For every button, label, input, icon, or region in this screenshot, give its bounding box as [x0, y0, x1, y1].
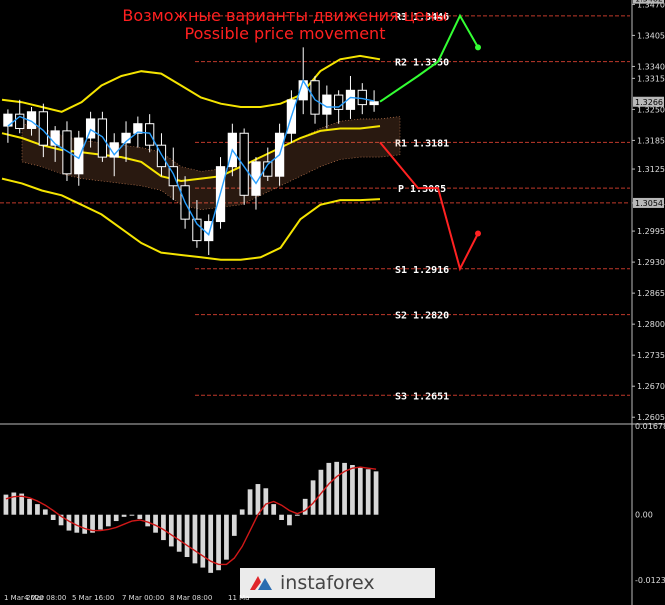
pivot-level-label: S2 1.2820 [395, 311, 449, 322]
macd-histogram-bar [255, 484, 261, 515]
candle-body [357, 89, 367, 106]
macd-histogram-bar [98, 514, 103, 530]
macd-panel: 0.01678 0.00 -0.01235 [3, 422, 665, 585]
macd-histogram-bar [184, 514, 190, 558]
x-tick-label: 8 Mar 08:00 [170, 594, 212, 602]
macd-histogram-bar [365, 469, 371, 515]
macd-histogram-bar [145, 514, 151, 527]
candle-body [310, 80, 320, 115]
instaforex-logo: instaforex [240, 568, 435, 598]
pivot-level-label: R2 1.3350 [395, 58, 449, 69]
macd-histogram-bar [176, 514, 182, 552]
macd-histogram-bar [35, 504, 40, 515]
macd-histogram-bar [50, 514, 56, 520]
macd-histogram-bar [208, 514, 214, 573]
chart-canvas: R3 1.3446R2 1.3350R1 1.3181P 1.3085S1 1.… [0, 0, 665, 605]
down-forecast-arrow [379, 141, 479, 272]
macd-histogram-bar [271, 504, 277, 515]
macd-histogram-bar [113, 514, 119, 522]
macd-histogram-bar [129, 514, 135, 516]
macd-y-tick-label: -0.01235 [635, 576, 665, 585]
macd-histogram-bar [231, 514, 237, 536]
x-tick-label: 4 Mar 08:00 [24, 594, 66, 602]
macd-y-tick-label: 0.00 [635, 511, 653, 520]
y-tick-label: 1.3125 [637, 165, 665, 174]
macd-histogram-bar [239, 509, 245, 515]
macd-histogram-bar [200, 514, 206, 568]
chart-title-ru: Возможные варианты движения цены [122, 6, 448, 25]
y-tick-label: 1.3315 [637, 74, 665, 83]
macd-histogram-bar [27, 498, 32, 515]
down-forecast-arrow-head [475, 230, 481, 237]
y-tick-label: 1.2670 [637, 382, 665, 391]
macd-histogram-bar [302, 498, 308, 515]
macd-histogram-bar [263, 488, 269, 515]
price-tag-label: 1.3266 [635, 98, 663, 107]
macd-histogram-bar [224, 514, 229, 560]
x-tick-label: 7 Mar 00:00 [122, 594, 164, 602]
macd-histogram-bar [310, 480, 316, 515]
candle-body [192, 218, 202, 242]
macd-histogram-bar [216, 514, 221, 571]
y-tick-label: 1.2735 [637, 351, 665, 360]
candle-body [369, 101, 379, 106]
price-tag-label: 1.3482 [635, 0, 663, 4]
macd-histogram-bar [279, 514, 284, 520]
x-tick-label: 5 Mar 16:00 [72, 594, 114, 602]
logo-text: instaforex [280, 572, 375, 594]
axes: 1.34701.34051.33401.33151.32501.31851.31… [0, 0, 665, 605]
price-tag-label: 1.3054 [635, 199, 663, 208]
macd-histogram-bar [287, 514, 292, 526]
y-tick-label: 1.2800 [637, 320, 665, 329]
macd-histogram-bar [121, 514, 127, 517]
macd-histogram-bar [294, 514, 300, 516]
macd-histogram-bar [357, 467, 363, 515]
instaforex-logo-icon [250, 576, 272, 590]
macd-histogram-bar [334, 461, 340, 515]
pivot-level-label: R1 1.3181 [395, 138, 449, 149]
chart-title-en: Possible price movement [184, 24, 386, 43]
macd-histogram-bar [82, 514, 88, 534]
macd-y-tick-label: 0.01678 [635, 422, 665, 431]
pivot-levels: R3 1.3446R2 1.3350R1 1.3181P 1.3085S1 1.… [0, 12, 630, 402]
macd-histogram-bar [192, 514, 198, 564]
macd-histogram-bar [247, 489, 253, 515]
candle-body [239, 132, 249, 196]
y-tick-label: 1.3405 [637, 31, 665, 40]
pivot-level-label: S1 1.2916 [395, 265, 449, 276]
macd-histogram-bar [326, 462, 332, 515]
y-tick-label: 1.2995 [637, 227, 665, 236]
macd-histogram-bar [350, 465, 355, 515]
macd-histogram-bar [137, 514, 143, 519]
macd-histogram-bar [42, 509, 48, 515]
macd-histogram-bar [153, 514, 158, 533]
pivot-level-label: S3 1.2651 [395, 391, 449, 402]
up-forecast-arrow-head [475, 44, 481, 51]
y-tick-label: 1.2605 [637, 413, 665, 422]
y-tick-label: 1.2865 [637, 289, 665, 298]
macd-histogram-bar [105, 514, 111, 527]
macd-histogram-bar [161, 514, 166, 541]
y-tick-label: 1.3340 [637, 62, 665, 71]
y-tick-label: 1.2930 [637, 258, 665, 267]
y-tick-label: 1.3185 [637, 136, 665, 145]
macd-histogram-bar [373, 471, 379, 515]
macd-histogram-bar [168, 514, 174, 547]
macd-histogram-bar [11, 492, 17, 515]
